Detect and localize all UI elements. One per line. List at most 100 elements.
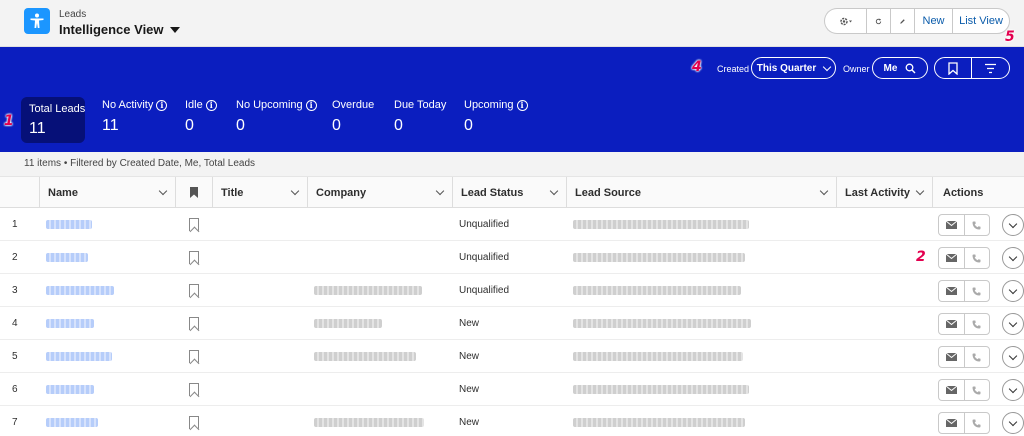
column-header-last-activity[interactable]: Last Activity — [837, 177, 933, 208]
row-bookmark-toggle[interactable] — [189, 373, 199, 406]
call-button[interactable] — [963, 215, 990, 235]
row-bookmark-toggle[interactable] — [189, 307, 199, 340]
column-header-lead-status[interactable]: Lead Status — [453, 177, 567, 208]
lead-name-link[interactable] — [46, 208, 92, 241]
info-icon[interactable]: i — [156, 99, 168, 111]
envelope-icon — [945, 254, 957, 262]
phone-icon — [972, 419, 981, 427]
bookmark-icon — [948, 61, 958, 75]
lead-source-cell — [573, 307, 751, 340]
chevron-down-icon[interactable] — [819, 186, 829, 196]
info-icon[interactable]: i — [305, 99, 317, 111]
chevron-down-icon — [1008, 252, 1018, 261]
email-button[interactable] — [939, 380, 964, 400]
email-button[interactable] — [939, 248, 964, 268]
lead-source-cell — [573, 208, 749, 241]
refresh-button[interactable] — [866, 9, 890, 33]
tile-label: Overdue — [332, 99, 375, 111]
row-menu-button[interactable] — [1002, 247, 1024, 269]
lead-name-link[interactable] — [46, 307, 94, 340]
lead-name-link[interactable] — [46, 340, 112, 373]
tile-label: No Activity — [102, 99, 154, 111]
row-menu-button[interactable] — [1002, 214, 1024, 236]
call-button[interactable] — [963, 347, 990, 367]
settings-menu-button[interactable] — [825, 9, 866, 33]
redacted-source — [573, 418, 745, 427]
row-quick-actions — [938, 379, 990, 401]
chevron-down-icon[interactable] — [915, 186, 925, 196]
chevron-down-icon[interactable] — [435, 186, 445, 196]
lead-source-cell — [573, 241, 745, 274]
edit-button[interactable] — [890, 9, 914, 33]
tile-idle[interactable]: Idle i 0 — [185, 99, 217, 143]
new-button[interactable]: New — [914, 9, 952, 33]
chevron-down-icon[interactable] — [290, 186, 300, 196]
annotation-marker-5: 5 — [1005, 29, 1015, 45]
table-row: 4 New — [0, 307, 1024, 340]
chevron-down-icon — [1008, 285, 1018, 294]
email-button[interactable] — [939, 281, 964, 301]
row-menu-button[interactable] — [1002, 346, 1024, 368]
call-button[interactable] — [963, 380, 990, 400]
tile-count: 0 — [394, 117, 403, 134]
info-icon[interactable]: i — [516, 99, 528, 111]
company-cell — [314, 340, 416, 373]
email-button[interactable] — [939, 347, 964, 367]
column-header-lead-source[interactable]: Lead Source — [567, 177, 837, 208]
row-bookmark-toggle[interactable] — [189, 340, 199, 373]
tile-no-upcoming[interactable]: No Upcoming i 0 — [236, 99, 317, 143]
row-number: 5 — [12, 351, 18, 362]
chevron-down-icon[interactable] — [158, 186, 168, 196]
redacted-source — [573, 253, 745, 262]
tile-due-today[interactable]: Due Today 0 — [394, 99, 446, 143]
owner-filter-dropdown[interactable]: Me — [872, 57, 928, 79]
email-button[interactable] — [939, 314, 964, 334]
redacted-company — [314, 418, 424, 427]
chevron-down-icon — [822, 62, 832, 71]
lead-name-link[interactable] — [46, 241, 88, 274]
row-bookmark-toggle[interactable] — [189, 274, 199, 307]
column-header-title[interactable]: Title — [213, 177, 308, 208]
row-quick-actions — [938, 280, 990, 302]
owner-filter-label: Owner — [843, 64, 870, 74]
row-menu-button[interactable] — [1002, 412, 1024, 434]
bookmark-icon — [190, 187, 198, 198]
column-header-name[interactable]: Name — [40, 177, 176, 208]
tile-overdue[interactable]: Overdue 0 — [332, 99, 374, 143]
lead-name-link[interactable] — [46, 406, 98, 436]
email-button[interactable] — [939, 413, 964, 433]
call-button[interactable] — [963, 413, 990, 433]
email-button[interactable] — [939, 215, 964, 235]
filter-lines-icon — [985, 63, 996, 73]
row-menu-button[interactable] — [1002, 280, 1024, 302]
list-view-selector[interactable]: Intelligence View — [59, 22, 180, 37]
row-bookmark-toggle[interactable] — [189, 241, 199, 274]
envelope-icon — [945, 221, 957, 229]
toolbar-button-group: New — [824, 8, 952, 34]
tile-upcoming[interactable]: Upcoming i 0 — [464, 99, 528, 143]
info-icon[interactable]: i — [205, 99, 217, 111]
call-button[interactable] — [963, 281, 990, 301]
tile-total-leads[interactable]: Total Leads 11 — [21, 97, 85, 143]
lead-name-link[interactable] — [46, 274, 114, 307]
phone-icon — [972, 386, 981, 394]
call-button[interactable] — [963, 248, 990, 268]
chevron-down-icon — [1008, 417, 1018, 426]
redacted-name — [46, 319, 94, 328]
created-filter-dropdown[interactable]: This Quarter — [751, 57, 836, 79]
call-button[interactable] — [963, 314, 990, 334]
bookmark-filter-button[interactable] — [935, 58, 973, 78]
row-bookmark-toggle[interactable] — [189, 406, 199, 436]
tile-no-activity[interactable]: No Activity i 11 — [102, 99, 168, 143]
list-view-button[interactable]: List View — [952, 8, 1010, 34]
lead-name-link[interactable] — [46, 373, 94, 406]
annotation-marker-1: 1 — [4, 113, 14, 129]
table-header: Name Title Company Lead Status Lead Sour… — [0, 177, 1024, 208]
chevron-down-icon[interactable] — [549, 186, 559, 196]
column-header-bookmark[interactable] — [176, 177, 213, 208]
filter-settings-button[interactable] — [972, 58, 1009, 78]
row-menu-button[interactable] — [1002, 313, 1024, 335]
row-menu-button[interactable] — [1002, 379, 1024, 401]
row-bookmark-toggle[interactable] — [189, 208, 199, 241]
column-header-company[interactable]: Company — [308, 177, 453, 208]
